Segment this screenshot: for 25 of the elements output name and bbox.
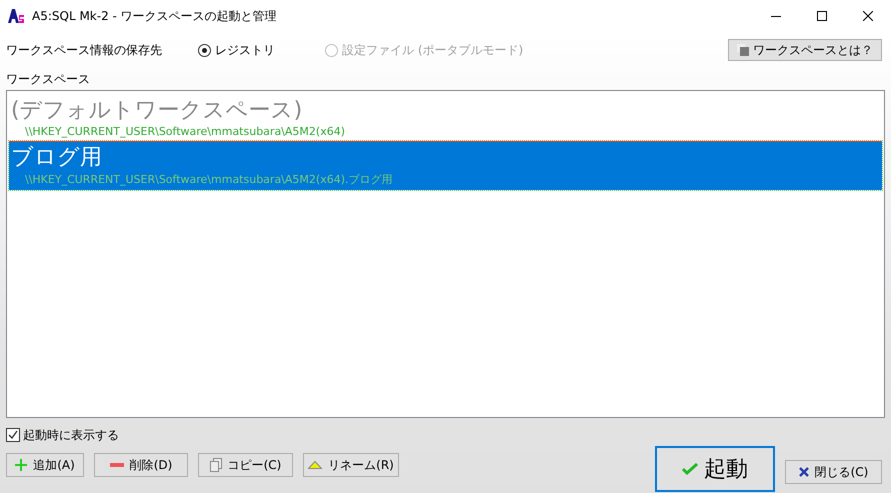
start-button[interactable]: 起動	[655, 446, 775, 492]
plus-icon	[15, 459, 28, 471]
checkmark-icon	[682, 463, 698, 475]
radio-option[interactable]: レジストリ	[198, 42, 275, 58]
help-button[interactable]: ワークスペースとは？	[728, 39, 882, 61]
app-logo-icon	[8, 9, 24, 23]
window-title: A5:SQL Mk-2 - ワークスペースの起動と管理	[32, 8, 278, 24]
rename-button[interactable]: リネーム(R)	[303, 453, 399, 477]
workspace-item[interactable]: (デフォルトワークスペース) \\HKEY_CURRENT_USER\Software\mmatsubara\A5M2(x64)	[9, 94, 882, 141]
delete-button[interactable]: 削除(D)	[94, 453, 188, 477]
checkmark-icon	[8, 430, 18, 440]
triangle-icon	[308, 461, 322, 469]
copy-button[interactable]: コピー(C)	[198, 453, 293, 477]
cross-icon	[798, 467, 809, 477]
copy-icon	[210, 458, 222, 472]
startup-checkbox[interactable]: 起動時に表示する	[6, 427, 885, 443]
close-dialog-button[interactable]: 閉じる(C)	[785, 460, 882, 484]
minus-icon	[110, 463, 124, 467]
workspace-item[interactable]: ブログ用 \\HKEY_CURRENT_USER\Software\mmatsubara\A5M2(x64).ブログ用	[9, 141, 882, 190]
maximize-icon[interactable]	[817, 11, 827, 21]
squares-icon	[737, 44, 749, 56]
add-button[interactable]: 追加(A)	[6, 453, 84, 477]
close-icon[interactable]	[863, 11, 873, 21]
workspace-label: ワークスペース	[6, 71, 90, 88]
storage-label: ワークスペース情報の保存先	[6, 42, 163, 58]
